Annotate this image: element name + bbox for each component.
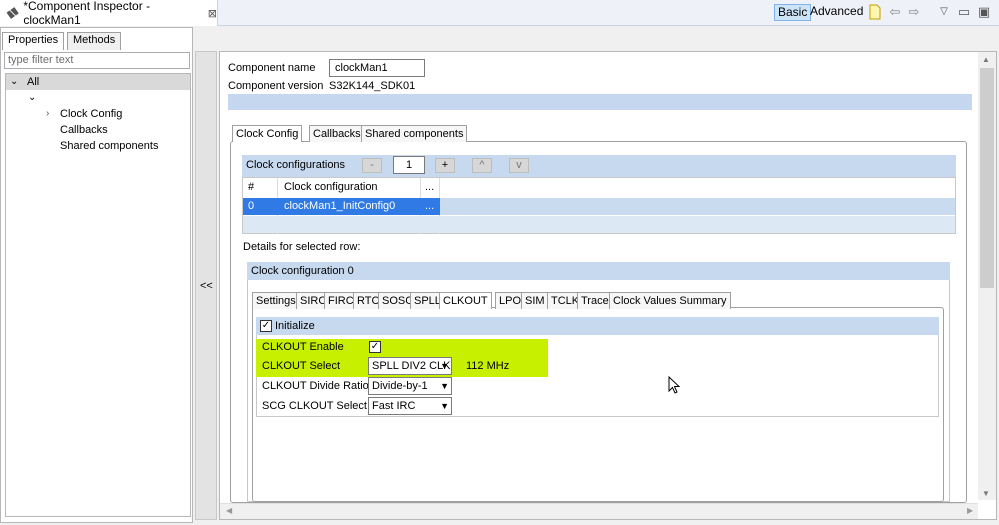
tree-item-all[interactable]: All bbox=[27, 75, 39, 89]
move-up-button[interactable]: ^ bbox=[472, 158, 492, 173]
collapse-panel-strip[interactable]: << bbox=[195, 51, 217, 520]
expand-all-icon[interactable]: ⌄ bbox=[10, 75, 18, 89]
scrollbar-thumb[interactable] bbox=[980, 68, 994, 288]
row-config-name: clockMan1_InitConfig0 bbox=[284, 200, 396, 212]
component-name-label: Component name bbox=[228, 62, 316, 74]
basic-button[interactable]: Basic bbox=[774, 4, 812, 21]
horizontal-scrollbar[interactable] bbox=[220, 503, 978, 519]
remove-config-button[interactable]: - bbox=[362, 158, 382, 173]
table-empty-row bbox=[243, 216, 955, 233]
chevron-down-icon: ▼ bbox=[440, 381, 449, 391]
scroll-left-icon[interactable]: ◀ bbox=[226, 506, 232, 515]
clock-configurations-title: Clock configurations bbox=[246, 159, 346, 171]
scg-clkout-dropdown[interactable]: Fast IRC ▼ bbox=[368, 397, 452, 415]
editor-tab-title: *Component Inspector - clockMan1 bbox=[23, 0, 151, 27]
close-icon[interactable]: ⊠ bbox=[208, 7, 217, 20]
tab-settings[interactable]: Settings bbox=[252, 292, 300, 309]
component-icon bbox=[6, 7, 19, 19]
clkout-divide-value: Divide-by-1 bbox=[372, 380, 428, 392]
new-document-icon[interactable] bbox=[868, 4, 882, 20]
scroll-down-icon[interactable]: ▼ bbox=[982, 489, 990, 498]
column-header-num[interactable]: # bbox=[243, 179, 254, 196]
filter-input[interactable]: type filter text bbox=[4, 52, 190, 69]
column-header-config[interactable]: Clock configuration bbox=[279, 179, 378, 196]
clock-config-title: Clock configuration 0 bbox=[251, 265, 354, 277]
tree-item-callbacks[interactable]: Callbacks bbox=[60, 123, 108, 137]
clkout-enable-checkbox[interactable]: ✓ bbox=[369, 341, 381, 353]
scroll-right-icon[interactable]: ▶ bbox=[967, 506, 973, 515]
advanced-button[interactable]: Advanced bbox=[810, 4, 863, 21]
tab-properties[interactable]: Properties bbox=[2, 32, 65, 50]
tab-trace[interactable]: Trace bbox=[577, 292, 613, 309]
tab-callbacks[interactable]: Callbacks bbox=[309, 125, 365, 142]
forward-arrow-icon[interactable]: ⇨ bbox=[906, 4, 922, 20]
tree-item-clock-config[interactable]: Clock Config bbox=[60, 107, 122, 121]
clock-config-header: Clock configuration 0 bbox=[247, 262, 950, 280]
scroll-up-icon[interactable]: ▲ bbox=[982, 55, 990, 64]
chevron-down-icon: ▼ bbox=[440, 361, 449, 371]
collapse-button[interactable]: << bbox=[200, 280, 213, 292]
chevron-down-icon: ▼ bbox=[440, 401, 449, 411]
tab-shared-components[interactable]: Shared components bbox=[361, 125, 468, 142]
view-menu-icon[interactable]: ▽ bbox=[936, 4, 952, 20]
tab-methods[interactable]: Methods bbox=[67, 32, 122, 50]
component-version-value: S32K144_SDK01 bbox=[329, 80, 416, 92]
scg-clkout-value: Fast IRC bbox=[372, 400, 416, 412]
tab-clock-config[interactable]: Clock Config bbox=[232, 125, 303, 142]
clkout-frequency: 112 MHz bbox=[466, 360, 510, 372]
mouse-cursor-icon bbox=[668, 376, 680, 394]
clkout-enable-label: CLKOUT Enable bbox=[262, 341, 344, 353]
minimize-icon[interactable]: ▭ bbox=[956, 4, 972, 20]
clkout-select-value: SPLL DIV2 CLK bbox=[372, 360, 451, 372]
row-more-button[interactable]: ... bbox=[420, 198, 434, 215]
clock-configurations-header: Clock configurations bbox=[242, 155, 956, 177]
column-header-more[interactable]: ... bbox=[420, 179, 434, 196]
tab-sim[interactable]: SIM bbox=[521, 292, 549, 309]
editor-tab[interactable]: *Component Inspector - clockMan1 ⊠ bbox=[0, 0, 218, 27]
header-band bbox=[228, 94, 972, 110]
expand-icon[interactable]: ⌄ bbox=[28, 91, 36, 105]
clkout-divide-dropdown[interactable]: Divide-by-1 ▼ bbox=[368, 377, 452, 395]
config-count-input[interactable]: 1 bbox=[393, 156, 425, 174]
maximize-icon[interactable]: ▣ bbox=[976, 4, 992, 20]
clkout-select-label: CLKOUT Select bbox=[262, 360, 341, 372]
scg-clkout-label: SCG CLKOUT Select bbox=[262, 400, 367, 412]
clkout-divide-label: CLKOUT Divide Ratio bbox=[262, 380, 369, 392]
move-down-button[interactable]: v bbox=[509, 158, 529, 173]
row-num: 0 bbox=[248, 200, 255, 212]
tree-item-shared-components[interactable]: Shared components bbox=[60, 139, 158, 153]
component-name-input[interactable]: clockMan1 bbox=[329, 59, 425, 77]
back-arrow-icon[interactable]: ⇦ bbox=[887, 4, 903, 20]
component-version-label: Component version bbox=[228, 80, 324, 92]
chevron-right-icon[interactable]: › bbox=[46, 107, 49, 121]
initialize-checkbox[interactable]: ✓ bbox=[260, 320, 272, 332]
details-label: Details for selected row: bbox=[243, 241, 361, 253]
initialize-header bbox=[256, 317, 939, 335]
clkout-select-dropdown[interactable]: SPLL DIV2 CLK ▼ bbox=[368, 357, 452, 375]
tab-clock-values-summary[interactable]: Clock Values Summary bbox=[609, 292, 731, 309]
tab-clkout[interactable]: CLKOUT bbox=[439, 292, 492, 309]
add-config-button[interactable]: + bbox=[435, 158, 455, 173]
initialize-label: Initialize bbox=[275, 320, 315, 332]
